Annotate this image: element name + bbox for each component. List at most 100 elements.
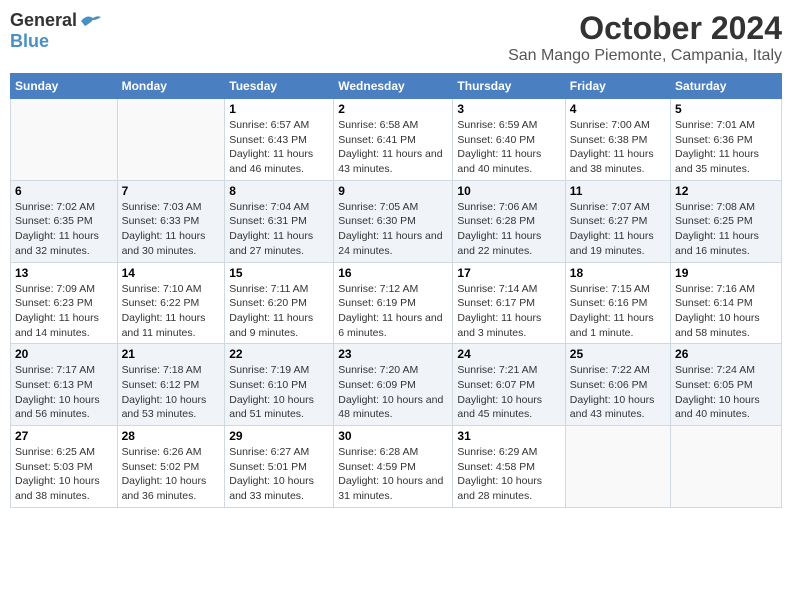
day-info: Sunrise: 7:20 AMSunset: 6:09 PMDaylight:…: [338, 363, 448, 422]
day-number: 22: [229, 347, 329, 361]
day-number: 21: [122, 347, 221, 361]
day-number: 20: [15, 347, 113, 361]
day-number: 4: [570, 102, 666, 116]
calendar-cell: [11, 99, 118, 181]
calendar-week-row: 13 Sunrise: 7:09 AMSunset: 6:23 PMDayligh…: [11, 262, 782, 344]
day-number: 30: [338, 429, 448, 443]
day-info: Sunrise: 7:15 AMSunset: 6:16 PMDaylight:…: [570, 282, 666, 341]
calendar-cell: 4Sunrise: 7:00 AMSunset: 6:38 PMDaylight…: [565, 99, 670, 181]
day-number: 13: [15, 266, 113, 280]
day-info: Sunrise: 6:26 AMSunset: 5:02 PMDaylight:…: [122, 445, 221, 504]
day-number: 28: [122, 429, 221, 443]
day-number: 24: [457, 347, 560, 361]
day-number: 2: [338, 102, 448, 116]
day-number: 17: [457, 266, 560, 280]
calendar-cell: 22 Sunrise: 7:19 AMSunset: 6:10 PMDayligh…: [225, 344, 334, 426]
day-info: Sunrise: 7:07 AMSunset: 6:27 PMDaylight:…: [570, 200, 666, 259]
day-number: 23: [338, 347, 448, 361]
day-info: Sunrise: 6:28 AMSunset: 4:59 PMDaylight:…: [338, 445, 448, 504]
day-info: Sunrise: 6:59 AMSunset: 6:40 PMDaylight:…: [457, 118, 560, 177]
day-info: Sunrise: 7:18 AMSunset: 6:12 PMDaylight:…: [122, 363, 221, 422]
day-info: Sunrise: 7:16 AMSunset: 6:14 PMDaylight:…: [675, 282, 777, 341]
calendar-cell: [117, 99, 225, 181]
calendar-cell: 23 Sunrise: 7:20 AMSunset: 6:09 PMDayligh…: [334, 344, 453, 426]
calendar-week-row: 6 Sunrise: 7:02 AMSunset: 6:35 PMDaylight…: [11, 180, 782, 262]
day-info: Sunrise: 6:29 AMSunset: 4:58 PMDaylight:…: [457, 445, 560, 504]
calendar-cell: 8 Sunrise: 7:04 AMSunset: 6:31 PMDaylight…: [225, 180, 334, 262]
day-number: 3: [457, 102, 560, 116]
day-info: Sunrise: 7:02 AMSunset: 6:35 PMDaylight:…: [15, 200, 113, 259]
day-number: 10: [457, 184, 560, 198]
day-info: Sunrise: 7:06 AMSunset: 6:28 PMDaylight:…: [457, 200, 560, 259]
header-monday: Monday: [117, 74, 225, 99]
logo-blue-text: Blue: [10, 31, 49, 52]
logo-bird-icon: [79, 10, 103, 31]
calendar-cell: 28 Sunrise: 6:26 AMSunset: 5:02 PMDayligh…: [117, 426, 225, 508]
calendar-cell: 20 Sunrise: 7:17 AMSunset: 6:13 PMDayligh…: [11, 344, 118, 426]
calendar-cell: 13 Sunrise: 7:09 AMSunset: 6:23 PMDayligh…: [11, 262, 118, 344]
day-number: 8: [229, 184, 329, 198]
calendar-header-row: Sunday Monday Tuesday Wednesday Thursday…: [11, 74, 782, 99]
calendar-cell: 17 Sunrise: 7:14 AMSunset: 6:17 PMDayligh…: [453, 262, 565, 344]
header-tuesday: Tuesday: [225, 74, 334, 99]
calendar-cell: 18 Sunrise: 7:15 AMSunset: 6:16 PMDayligh…: [565, 262, 670, 344]
day-number: 15: [229, 266, 329, 280]
calendar-table: Sunday Monday Tuesday Wednesday Thursday…: [10, 73, 782, 508]
day-number: 5: [675, 102, 777, 116]
day-number: 1: [229, 102, 329, 116]
day-info: Sunrise: 7:12 AMSunset: 6:19 PMDaylight:…: [338, 282, 448, 341]
day-number: 16: [338, 266, 448, 280]
calendar-cell: 30 Sunrise: 6:28 AMSunset: 4:59 PMDayligh…: [334, 426, 453, 508]
calendar-cell: 1 Sunrise: 6:57 AMSunset: 6:43 PMDaylight…: [225, 99, 334, 181]
calendar-cell: 11Sunrise: 7:07 AMSunset: 6:27 PMDayligh…: [565, 180, 670, 262]
day-number: 18: [570, 266, 666, 280]
month-title: October 2024: [508, 10, 782, 47]
day-info: Sunrise: 7:14 AMSunset: 6:17 PMDaylight:…: [457, 282, 560, 341]
day-info: Sunrise: 7:11 AMSunset: 6:20 PMDaylight:…: [229, 282, 329, 341]
day-info: Sunrise: 7:21 AMSunset: 6:07 PMDaylight:…: [457, 363, 560, 422]
day-number: 26: [675, 347, 777, 361]
calendar-cell: 19Sunrise: 7:16 AMSunset: 6:14 PMDayligh…: [671, 262, 782, 344]
day-number: 31: [457, 429, 560, 443]
calendar-cell: 31 Sunrise: 6:29 AMSunset: 4:58 PMDayligh…: [453, 426, 565, 508]
day-info: Sunrise: 7:03 AMSunset: 6:33 PMDaylight:…: [122, 200, 221, 259]
location-subtitle: San Mango Piemonte, Campania, Italy: [508, 47, 782, 65]
calendar-week-row: 1 Sunrise: 6:57 AMSunset: 6:43 PMDaylight…: [11, 99, 782, 181]
header-friday: Friday: [565, 74, 670, 99]
day-info: Sunrise: 7:24 AMSunset: 6:05 PMDaylight:…: [675, 363, 777, 422]
day-info: Sunrise: 6:57 AMSunset: 6:43 PMDaylight:…: [229, 118, 329, 177]
day-info: Sunrise: 6:58 AMSunset: 6:41 PMDaylight:…: [338, 118, 448, 177]
day-info: Sunrise: 7:19 AMSunset: 6:10 PMDaylight:…: [229, 363, 329, 422]
calendar-cell: 12Sunrise: 7:08 AMSunset: 6:25 PMDayligh…: [671, 180, 782, 262]
header-saturday: Saturday: [671, 74, 782, 99]
day-number: 9: [338, 184, 448, 198]
calendar-cell: 3 Sunrise: 6:59 AMSunset: 6:40 PMDaylight…: [453, 99, 565, 181]
calendar-cell: 16 Sunrise: 7:12 AMSunset: 6:19 PMDayligh…: [334, 262, 453, 344]
day-number: 6: [15, 184, 113, 198]
calendar-cell: 25Sunrise: 7:22 AMSunset: 6:06 PMDayligh…: [565, 344, 670, 426]
calendar-cell: 7Sunrise: 7:03 AMSunset: 6:33 PMDaylight…: [117, 180, 225, 262]
logo-general-text: General: [10, 10, 77, 31]
calendar-week-row: 27Sunrise: 6:25 AMSunset: 5:03 PMDayligh…: [11, 426, 782, 508]
day-number: 14: [122, 266, 221, 280]
calendar-week-row: 20 Sunrise: 7:17 AMSunset: 6:13 PMDayligh…: [11, 344, 782, 426]
page-header: General Blue October 2024 San Mango Piem…: [10, 10, 782, 65]
day-info: Sunrise: 7:05 AMSunset: 6:30 PMDaylight:…: [338, 200, 448, 259]
day-number: 12: [675, 184, 777, 198]
day-info: Sunrise: 7:01 AMSunset: 6:36 PMDaylight:…: [675, 118, 777, 177]
calendar-cell: 24 Sunrise: 7:21 AMSunset: 6:07 PMDayligh…: [453, 344, 565, 426]
day-info: Sunrise: 7:22 AMSunset: 6:06 PMDaylight:…: [570, 363, 666, 422]
header-thursday: Thursday: [453, 74, 565, 99]
calendar-cell: [565, 426, 670, 508]
day-number: 29: [229, 429, 329, 443]
day-info: Sunrise: 7:17 AMSunset: 6:13 PMDaylight:…: [15, 363, 113, 422]
day-info: Sunrise: 7:09 AMSunset: 6:23 PMDaylight:…: [15, 282, 113, 341]
calendar-cell: 5 Sunrise: 7:01 AMSunset: 6:36 PMDaylight…: [671, 99, 782, 181]
calendar-cell: [671, 426, 782, 508]
header-sunday: Sunday: [11, 74, 118, 99]
calendar-cell: 27Sunrise: 6:25 AMSunset: 5:03 PMDayligh…: [11, 426, 118, 508]
day-info: Sunrise: 7:04 AMSunset: 6:31 PMDaylight:…: [229, 200, 329, 259]
calendar-cell: 6 Sunrise: 7:02 AMSunset: 6:35 PMDaylight…: [11, 180, 118, 262]
day-number: 27: [15, 429, 113, 443]
calendar-cell: 9 Sunrise: 7:05 AMSunset: 6:30 PMDaylight…: [334, 180, 453, 262]
